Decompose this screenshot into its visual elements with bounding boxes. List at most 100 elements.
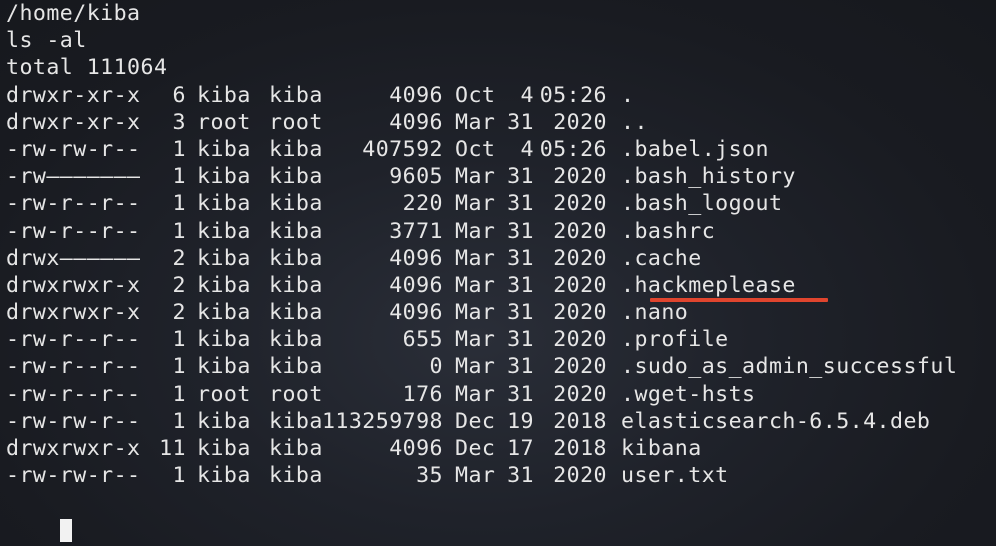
- entry-time: 2020: [553, 381, 607, 407]
- entry-time: 2020: [553, 109, 607, 135]
- entry-permissions: -rw-r--r--: [6, 327, 141, 353]
- entry-day: 4: [520, 136, 534, 162]
- entry-month: Mar: [455, 109, 496, 135]
- entry-day: 31: [507, 245, 534, 271]
- entry-owner: kiba: [197, 354, 251, 380]
- entry-group: kiba: [269, 463, 323, 489]
- entry-permissions: -rw-rw-r--: [6, 463, 141, 489]
- entry-month: Mar: [455, 191, 496, 217]
- entry-owner: kiba: [197, 245, 251, 271]
- entry-name: .profile: [621, 327, 729, 353]
- entry-size: 176: [402, 381, 443, 407]
- terminal-output[interactable]: /home/kiba ls -al total 111064 drwxr-xr-…: [6, 0, 992, 546]
- entry-links: 1: [172, 327, 186, 353]
- entry-permissions: -rw-r--r--: [6, 381, 141, 407]
- entry-size: 655: [402, 327, 443, 353]
- listing-row: -rw——————— 1 kiba kiba 9605 Mar 31 2020 .bash_hi…: [6, 163, 992, 190]
- prompt-line[interactable]: [6, 489, 992, 543]
- entry-links: 1: [172, 191, 186, 217]
- entry-owner: kiba: [197, 463, 251, 489]
- entry-time: 2020: [553, 164, 607, 190]
- entry-month: Oct: [455, 136, 496, 162]
- listing-row: -rw-r--r-- 1 kiba kiba 0 Mar 31 2020 .sudo_as_ad…: [6, 353, 992, 380]
- entry-permissions: -rw———————: [6, 164, 141, 190]
- entry-size: 4096: [389, 109, 443, 135]
- entry-links: 1: [172, 381, 186, 407]
- entry-group: kiba: [269, 218, 323, 244]
- listing-row: drwxrwxr-x 2 kiba kiba 4096 Mar 31 2020 .hackmep…: [6, 272, 992, 299]
- entry-group: kiba: [269, 300, 323, 326]
- entry-day: 31: [507, 300, 534, 326]
- entry-name: .wget-hsts: [621, 381, 756, 407]
- entry-month: Mar: [455, 218, 496, 244]
- entry-day: 31: [507, 327, 534, 353]
- entry-group: root: [269, 381, 323, 407]
- entry-size: 3771: [389, 218, 443, 244]
- listing-row: drwxrwxr-x 11 kiba kiba 4096 Dec 17 2018 kibana: [6, 435, 992, 462]
- entry-time: 05:26: [539, 136, 607, 162]
- entry-group: kiba: [269, 272, 323, 298]
- listing-row: -rw-rw-r-- 1 kiba kiba 35 Mar 31 2020 user.txt: [6, 462, 992, 489]
- entry-time: 2020: [553, 300, 607, 326]
- entry-time: 2020: [553, 272, 607, 298]
- entry-group: kiba: [269, 327, 323, 353]
- entry-day: 4: [520, 82, 534, 108]
- entry-name: .cache: [621, 245, 702, 271]
- listing-row: -rw-rw-r-- 1 kiba kiba113259798 Dec 19 2018 ela…: [6, 408, 992, 435]
- entry-size: 407592: [362, 136, 443, 162]
- entry-permissions: -rw-r--r--: [6, 218, 141, 244]
- listing-row: -rw-r--r-- 1 kiba kiba 3771 Mar 31 2020 .bashrc: [6, 218, 992, 245]
- entry-owner: kiba: [197, 327, 251, 353]
- entry-name: .bash_history: [621, 164, 796, 190]
- entry-links: 1: [172, 354, 186, 380]
- entry-name: .bash_logout: [621, 191, 783, 217]
- entry-day: 31: [507, 463, 534, 489]
- entry-links: 2: [172, 300, 186, 326]
- entry-group: root: [269, 109, 323, 135]
- entry-group: kiba: [269, 164, 323, 190]
- entry-name: elasticsearch-6.5.4.deb: [621, 408, 931, 434]
- cwd-line: /home/kiba: [6, 1, 141, 26]
- entry-owner: kiba: [197, 272, 251, 298]
- entry-day: 31: [507, 191, 534, 217]
- listing-row: -rw-r--r-- 1 root root 176 Mar 31 2020 .wget-hst…: [6, 381, 992, 408]
- entry-day: 31: [507, 272, 534, 298]
- listing-row: drwxr-xr-x 3 root root 4096 Mar 31 2020..: [6, 109, 992, 136]
- entry-links: 3: [172, 109, 186, 135]
- entry-owner: kiba: [197, 300, 251, 326]
- entry-permissions: drwxrwxr-x: [6, 272, 141, 298]
- entry-name: .: [621, 82, 635, 108]
- entry-month: Dec: [455, 436, 496, 461]
- entry-links: 1: [172, 463, 186, 489]
- entry-permissions: drwx——————: [6, 245, 141, 271]
- entry-group: kiba: [269, 436, 323, 461]
- entry-name: .bashrc: [621, 218, 716, 244]
- entry-permissions: -rw-rw-r--: [6, 136, 141, 162]
- entry-name: .babel.json: [621, 136, 769, 162]
- entry-owner: kiba: [197, 408, 251, 434]
- entry-size: 35: [416, 463, 443, 489]
- entry-group: kiba: [269, 354, 323, 380]
- entry-name: .nano: [621, 300, 689, 326]
- entry-permissions: drwxrwxr-x: [6, 436, 141, 461]
- entry-links: 1: [172, 136, 186, 162]
- entry-permissions: drwxr-xr-x: [6, 82, 141, 108]
- entry-links: 1: [172, 164, 186, 190]
- entry-size: 4096: [389, 245, 443, 271]
- listing-row: drwxr-xr-x 6 kiba kiba 4096 Oct 4 05:26.: [6, 82, 992, 109]
- total-line: total 111064: [6, 55, 168, 81]
- entry-month: Mar: [455, 463, 496, 489]
- command-line: ls -al: [6, 28, 87, 54]
- entry-group: kiba: [269, 245, 323, 271]
- entry-links: 1: [172, 408, 186, 434]
- entry-size: 0: [429, 354, 443, 380]
- entry-time: 2018: [553, 436, 607, 461]
- entry-day: 31: [507, 164, 534, 190]
- entry-month: Mar: [455, 354, 496, 380]
- entry-month: Mar: [455, 381, 496, 407]
- entry-month: Mar: [455, 327, 496, 353]
- entry-month: Dec: [455, 408, 496, 434]
- entry-links: 6: [172, 82, 186, 108]
- entry-size: 113259798: [321, 408, 443, 434]
- entry-owner: kiba: [197, 191, 251, 217]
